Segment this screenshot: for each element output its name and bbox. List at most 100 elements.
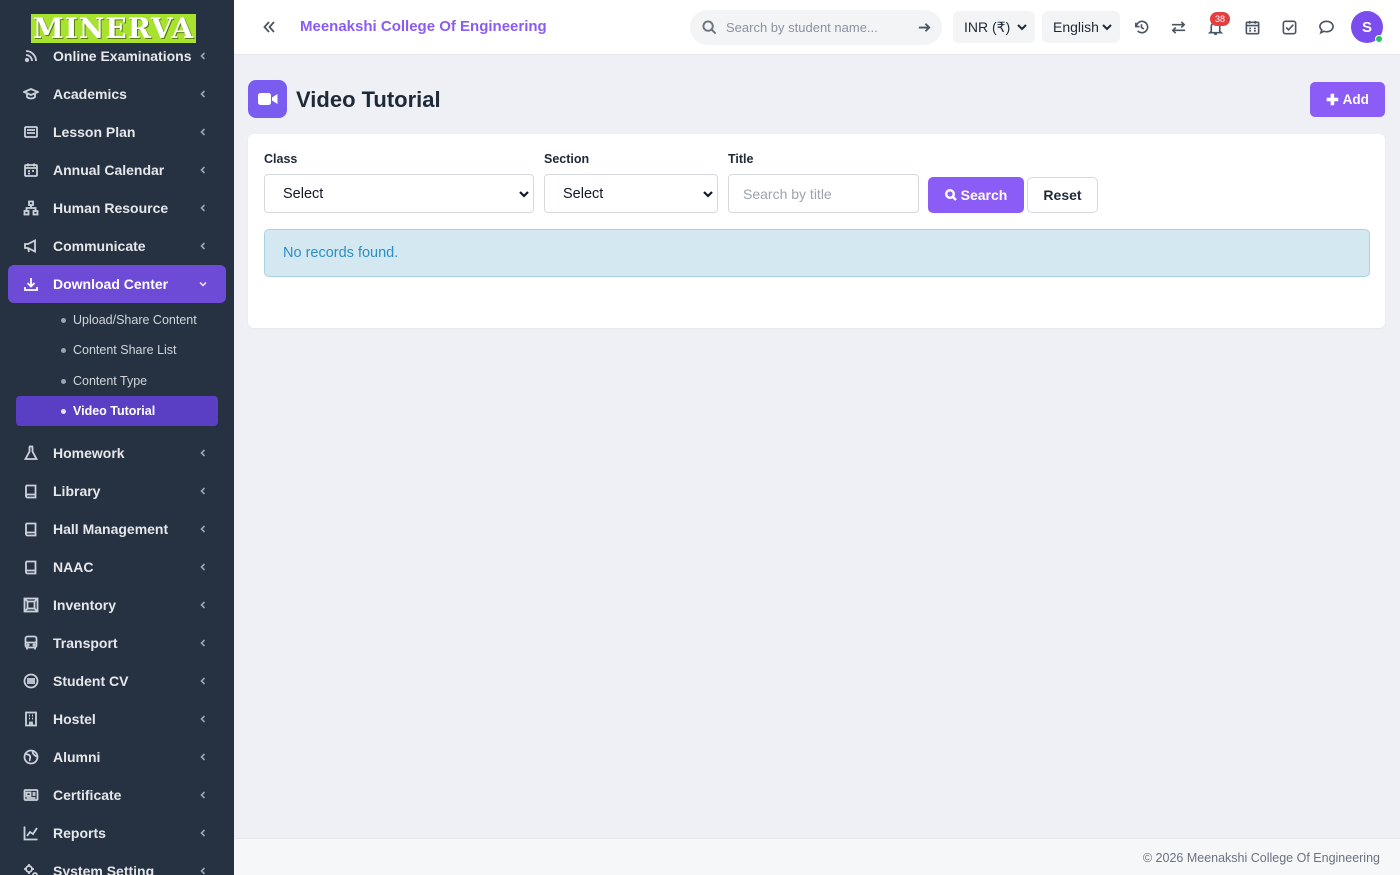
sidebar-item-label: Inventory (53, 597, 117, 613)
sidebar-subitem-label: Video Tutorial (73, 404, 156, 418)
exchange-icon[interactable] (1169, 18, 1187, 36)
bullet-icon (61, 408, 66, 414)
chevron-down-icon (198, 279, 208, 289)
globe-icon (22, 748, 40, 766)
search-icon (944, 189, 957, 201)
sidebar-item-certificate[interactable]: Certificate (0, 776, 234, 814)
chevron-down-icon (1102, 24, 1112, 31)
sidebar-item-label: Student CV (53, 673, 129, 689)
logo[interactable]: MINERVA (31, 14, 196, 43)
sidebar-subitem-label: Content Type (73, 374, 148, 388)
sidebar-item-label: Lesson Plan (53, 124, 136, 140)
chevron-left-icon (198, 714, 208, 724)
sidebar-subitem-content-type[interactable]: Content Type (16, 366, 218, 396)
sitemap-icon (22, 199, 40, 217)
sidebar-item-label: Human Resource (53, 200, 169, 216)
class-select[interactable]: Select (264, 174, 534, 213)
bullet-icon (61, 317, 66, 323)
chevron-left-icon (198, 828, 208, 838)
sidebar-item-alumni[interactable]: Alumni (0, 738, 234, 776)
college-name[interactable]: Meenakshi College Of Engineering (300, 18, 547, 35)
student-search (690, 10, 942, 45)
sidebar-item-hostel[interactable]: Hostel (0, 700, 234, 738)
footer-copyright: © 2026 Meenakshi College Of Engineering (1142, 851, 1380, 865)
language-select[interactable]: English (1042, 11, 1120, 43)
search-button-label: Search (960, 187, 1008, 203)
history-icon[interactable] (1132, 18, 1150, 36)
double-chevron-left-icon (263, 21, 275, 33)
chevron-left-icon (198, 676, 208, 686)
sidebar-item-inventory[interactable]: Inventory (0, 586, 234, 624)
student-search-input[interactable] (726, 10, 906, 45)
chevron-down-icon (1017, 24, 1027, 31)
task-check-icon[interactable] (1280, 18, 1298, 36)
chevron-left-icon (198, 89, 208, 99)
chevron-left-icon (198, 448, 208, 458)
sidebar-item-academics[interactable]: Academics (0, 75, 234, 113)
search-icon (702, 20, 717, 35)
sidebar-item-system-setting[interactable]: System Setting (0, 852, 234, 875)
video-camera-icon (248, 80, 287, 118)
add-button[interactable]: ✚ Add (1310, 82, 1385, 117)
sidebar-item-annual-calendar[interactable]: Annual Calendar (0, 151, 234, 189)
book-icon (22, 520, 40, 538)
logo-area: MINERVA (0, 0, 234, 46)
bullet-icon (61, 378, 66, 384)
section-select[interactable]: Select (544, 174, 718, 213)
bullhorn-icon (22, 237, 40, 255)
sidebar-item-lesson-plan[interactable]: Lesson Plan (0, 113, 234, 151)
arrow-right-icon[interactable] (917, 20, 932, 35)
sidebar-item-download-center[interactable]: Download Center (8, 265, 226, 303)
sidebar-subitem-upload-share-content[interactable]: Upload/Share Content (16, 305, 218, 335)
sidebar-item-label: Download Center (53, 276, 169, 292)
sidebar-item-human-resource[interactable]: Human Resource (0, 189, 234, 227)
cv-icon (22, 672, 40, 690)
chat-icon[interactable] (1317, 18, 1335, 36)
sidebar-subitem-label: Content Share List (73, 343, 177, 357)
chevron-left-icon (198, 127, 208, 137)
sidebar-item-library[interactable]: Library (0, 472, 234, 510)
chevron-left-icon (198, 790, 208, 800)
sidebar-item-reports[interactable]: Reports (0, 814, 234, 852)
currency-select[interactable]: INR (₹) (953, 11, 1035, 43)
section-select-value: Select (563, 185, 604, 202)
graduation-cap-icon (22, 85, 40, 103)
chevron-down-icon (519, 191, 529, 198)
sidebar-item-label: Homework (53, 445, 125, 461)
footer: © 2026 Meenakshi College Of Engineering (234, 838, 1400, 875)
chevron-left-icon (198, 51, 208, 61)
online-status-indicator (1375, 35, 1383, 43)
no-records-message: No records found. (283, 245, 399, 261)
calendar-icon[interactable] (1243, 18, 1261, 36)
sidebar-item-label: Alumni (53, 749, 101, 765)
reset-button[interactable]: Reset (1027, 177, 1098, 213)
sidebar-item-communicate[interactable]: Communicate (0, 227, 234, 265)
title-label: Title (728, 152, 754, 166)
sidebar-item-naac[interactable]: NAAC (0, 548, 234, 586)
chevron-left-icon (198, 752, 208, 762)
chevron-left-icon (198, 638, 208, 648)
sidebar-item-student-cv[interactable]: Student CV (0, 662, 234, 700)
title-search-input[interactable] (728, 174, 919, 213)
page-title: Video Tutorial (296, 87, 441, 112)
sidebar-item-homework[interactable]: Homework (0, 434, 234, 472)
class-select-value: Select (283, 185, 324, 202)
chevron-left-icon (198, 866, 208, 875)
search-button[interactable]: Search (928, 177, 1024, 213)
sidebar-item-label: Library (53, 483, 101, 499)
plus-icon: ✚ (1326, 91, 1339, 109)
chevron-left-icon (198, 203, 208, 213)
sidebar-item-label: Academics (53, 86, 127, 102)
chart-line-icon (22, 824, 40, 842)
gears-icon (22, 862, 40, 875)
sidebar-item-transport[interactable]: Transport (0, 624, 234, 662)
collapse-sidebar-button[interactable] (258, 16, 280, 38)
sidebar-subitem-content-share-list[interactable]: Content Share List (16, 335, 218, 365)
sidebar-item-label: System Setting (53, 863, 155, 875)
sidebar-item-hall-management[interactable]: Hall Management (0, 510, 234, 548)
sidebar-subitem-video-tutorial[interactable]: Video Tutorial (16, 396, 218, 426)
chevron-left-icon (198, 165, 208, 175)
sidebar-item-label: Hall Management (53, 521, 169, 537)
calendar-icon (22, 161, 40, 179)
sidebar-item-label: Transport (53, 635, 118, 651)
